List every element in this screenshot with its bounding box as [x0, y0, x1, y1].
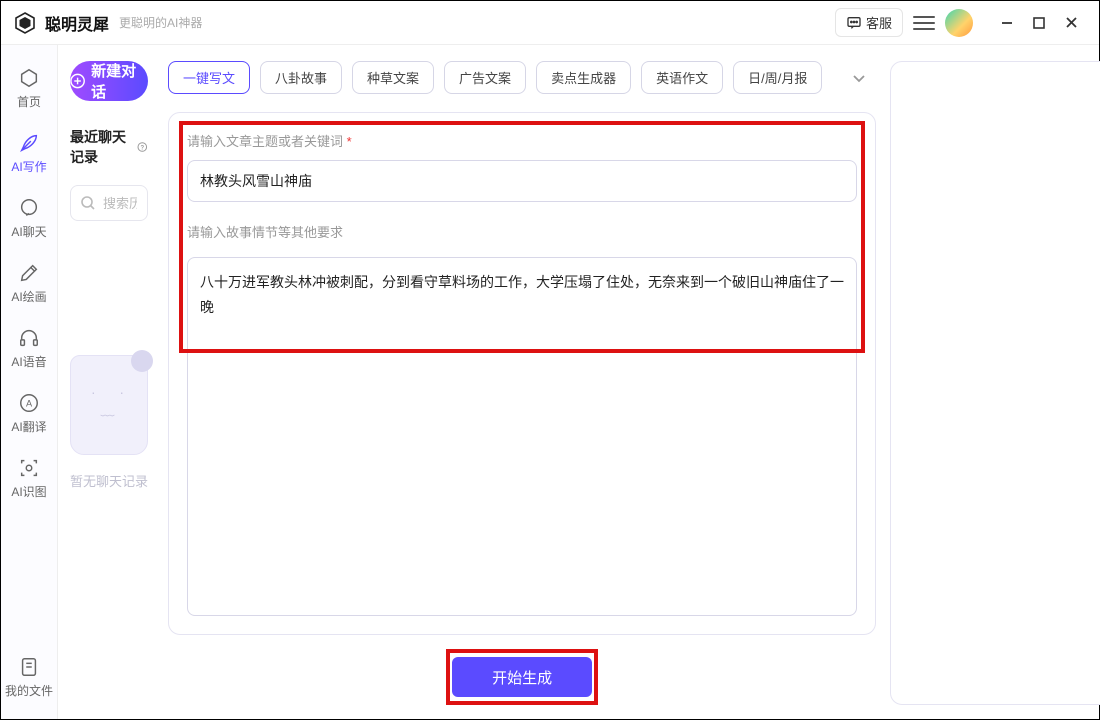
feather-icon: [18, 132, 40, 154]
plus-circle-icon: [70, 73, 85, 89]
detail-textarea[interactable]: [187, 257, 857, 616]
svg-text:A: A: [26, 399, 33, 409]
output-panel: [890, 61, 1100, 705]
svg-text:?: ?: [141, 145, 145, 151]
support-button[interactable]: 客服: [835, 8, 903, 37]
history-empty-state: · ·﹏ 暂无聊天记录: [70, 355, 148, 719]
left-nav: 首页 AI写作 AI聊天 AI绘画 AI语音 A AI翻译 AI识图: [1, 45, 58, 719]
nav-write[interactable]: AI写作: [1, 124, 57, 183]
chat-bubble-icon: [846, 15, 862, 31]
tab-one-key[interactable]: 一键写文: [168, 61, 250, 94]
nav-chat[interactable]: AI聊天: [1, 189, 57, 248]
recent-chats-header: 最近聊天记录 ?: [70, 127, 148, 167]
menu-button[interactable]: [913, 12, 935, 34]
scan-icon: [18, 457, 40, 479]
app-logo-icon: [13, 11, 37, 35]
app-tagline: 更聪明的AI神器: [119, 14, 202, 31]
nav-label: AI翻译: [11, 418, 46, 435]
nav-label: 我的文件: [5, 682, 53, 699]
empty-label: 暂无聊天记录: [70, 471, 148, 490]
highlight-box-generate: 开始生成: [446, 649, 598, 705]
history-search: [70, 185, 148, 221]
main-area: 一键写文 八卦故事 种草文案 广告文案 卖点生成器 英语作文 日/周/月报 请输…: [160, 45, 1100, 719]
nav-voice[interactable]: AI语音: [1, 319, 57, 378]
translate-icon: A: [18, 392, 40, 414]
brush-icon: [18, 262, 40, 284]
empty-doc-icon: · ·﹏: [70, 355, 148, 455]
title-bar: 聪明灵犀 更聪明的AI神器 客服: [1, 1, 1099, 45]
generate-button[interactable]: 开始生成: [452, 657, 592, 697]
detail-field-label: 请输入故事情节等其他要求: [187, 222, 857, 241]
tab-gossip[interactable]: 八卦故事: [260, 61, 342, 94]
info-icon: ?: [137, 140, 148, 154]
template-tabs: 一键写文 八卦故事 种草文案 广告文案 卖点生成器 英语作文 日/周/月报: [168, 61, 876, 94]
tab-seed[interactable]: 种草文案: [352, 61, 434, 94]
nav-label: AI写作: [11, 158, 46, 175]
nav-home[interactable]: 首页: [1, 59, 57, 118]
topic-field-label: 请输入文章主题或者关键词 *: [187, 131, 857, 150]
input-form-card: 请输入文章主题或者关键词 * 请输入故事情节等其他要求: [168, 112, 876, 635]
topic-input[interactable]: [187, 160, 857, 202]
tab-sell[interactable]: 卖点生成器: [536, 61, 631, 94]
tab-ad[interactable]: 广告文案: [444, 61, 526, 94]
history-panel: 新建对话 最近聊天记录 ? · ·﹏ 暂无聊天记录: [58, 45, 160, 719]
nav-translate[interactable]: A AI翻译: [1, 384, 57, 443]
window-maximize-button[interactable]: [1023, 7, 1055, 39]
chevron-down-icon: [851, 70, 867, 86]
app-title: 聪明灵犀: [45, 11, 109, 35]
hexagon-icon: [18, 67, 40, 89]
tab-report[interactable]: 日/周/月报: [733, 61, 822, 94]
chat-icon: [18, 197, 40, 219]
nav-label: AI聊天: [11, 223, 46, 240]
new-chat-button[interactable]: 新建对话: [70, 61, 148, 101]
window-minimize-button[interactable]: [991, 7, 1023, 39]
new-chat-label: 新建对话: [91, 60, 148, 102]
tabs-expand-button[interactable]: [842, 63, 876, 93]
nav-label: AI绘画: [11, 288, 46, 305]
recent-title: 最近聊天记录: [70, 127, 133, 167]
support-label: 客服: [866, 13, 892, 32]
user-avatar[interactable]: [945, 9, 973, 37]
document-icon: [18, 656, 40, 678]
nav-label: 首页: [17, 93, 41, 110]
nav-label: AI识图: [11, 483, 46, 500]
nav-paint[interactable]: AI绘画: [1, 254, 57, 313]
nav-files[interactable]: 我的文件: [1, 648, 57, 707]
headset-icon: [18, 327, 40, 349]
nav-label: AI语音: [11, 353, 46, 370]
search-icon: [80, 195, 96, 211]
tab-eng[interactable]: 英语作文: [641, 61, 723, 94]
window-close-button[interactable]: [1055, 7, 1087, 39]
nav-vision[interactable]: AI识图: [1, 449, 57, 508]
